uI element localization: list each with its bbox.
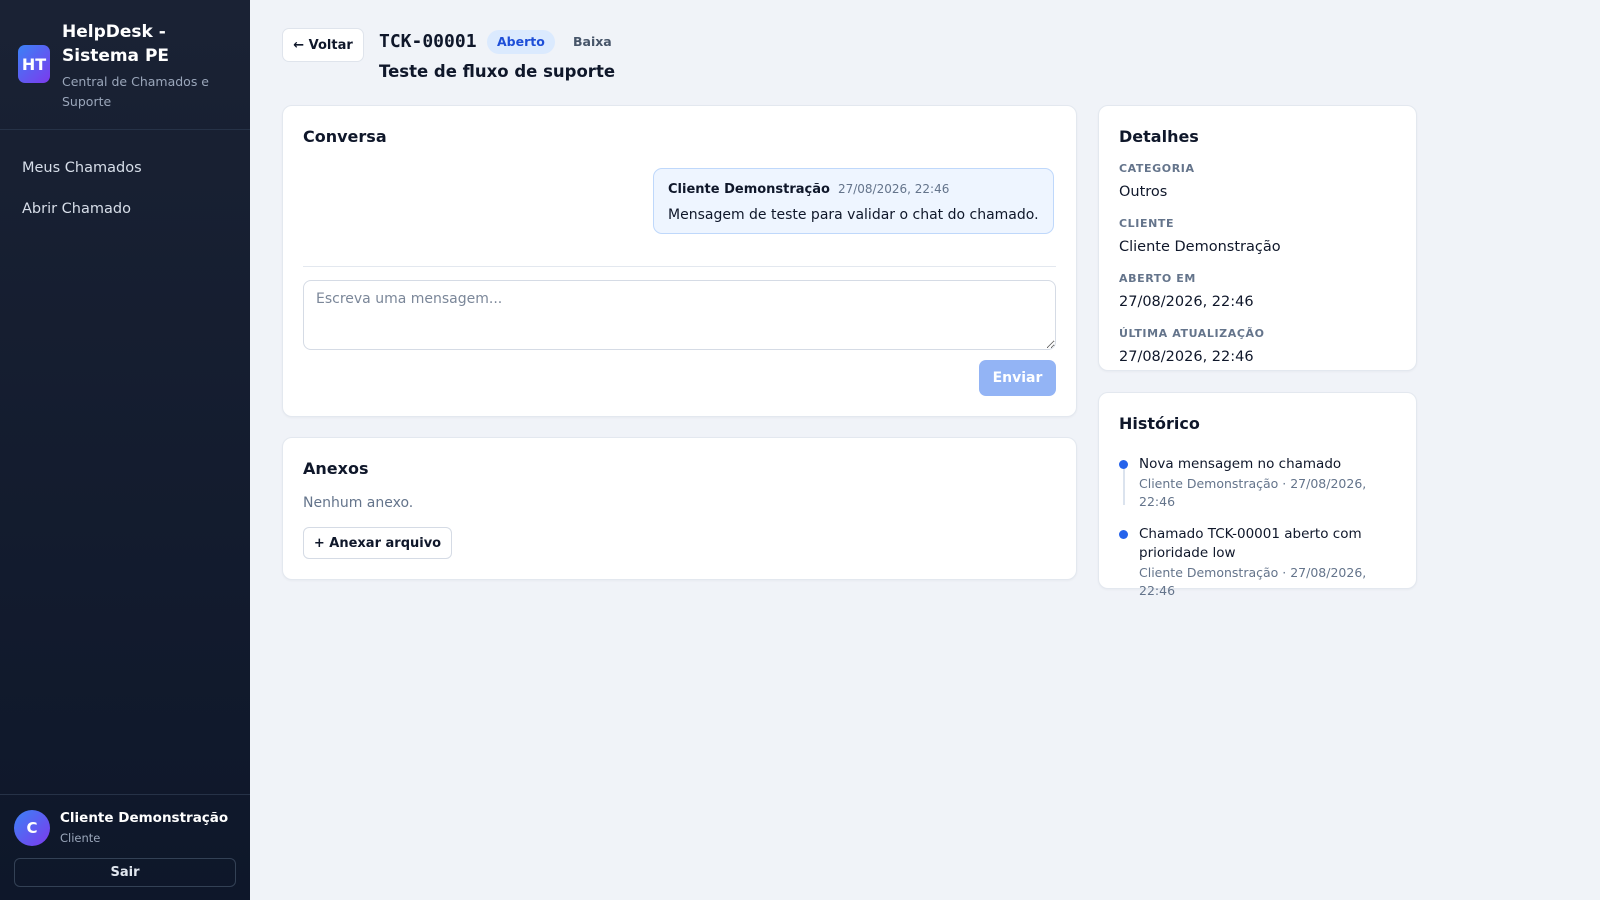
ticket-id: TCK-00001 bbox=[379, 31, 477, 52]
conversation-title: Conversa bbox=[303, 127, 387, 146]
timeline-dot-icon bbox=[1119, 460, 1128, 469]
detail-updated-at: ÚLTIMA ATUALIZAÇÃO 27/08/2026, 22:46 bbox=[1119, 327, 1396, 367]
avatar: C bbox=[14, 809, 50, 846]
history-event-meta: Cliente Demonstração · 27/08/2026, 22:46 bbox=[1139, 476, 1367, 509]
status-badge: Aberto bbox=[487, 30, 555, 54]
message-body: Mensagem de teste para validar o chat do… bbox=[668, 207, 1039, 223]
attachments-card: Anexos Nenhum anexo. + Anexar arquivo bbox=[282, 437, 1077, 580]
detail-category: CATEGORIA Outros bbox=[1119, 162, 1396, 202]
history-event: Nova mensagem no chamado Cliente Demonst… bbox=[1119, 455, 1396, 511]
detail-label: ABERTO EM bbox=[1119, 272, 1196, 285]
detail-client: CLIENTE Cliente Demonstração bbox=[1119, 217, 1396, 257]
priority-badge: Baixa bbox=[563, 30, 622, 54]
sidebar-nav: Meus Chamados Abrir Chamado bbox=[0, 130, 250, 229]
send-button[interactable]: Enviar bbox=[979, 360, 1056, 396]
sidebar-item-abrir-chamado[interactable]: Abrir Chamado bbox=[0, 189, 250, 229]
detail-label: CLIENTE bbox=[1119, 217, 1175, 230]
detail-opened-at: ABERTO EM 27/08/2026, 22:46 bbox=[1119, 272, 1396, 312]
back-button[interactable]: ← Voltar bbox=[282, 28, 364, 62]
sidebar: HT HelpDesk - Sistema PE Central de Cham… bbox=[0, 0, 250, 900]
attach-file-button[interactable]: + Anexar arquivo bbox=[303, 527, 452, 559]
history-event-text: Nova mensagem no chamado bbox=[1139, 456, 1342, 472]
history-event-meta: Cliente Demonstração · 27/08/2026, 22:46 bbox=[1139, 565, 1367, 598]
history-card: Histórico Nova mensagem no chamado Clien… bbox=[1098, 392, 1417, 598]
attachments-empty-text: Nenhum anexo. bbox=[303, 495, 414, 511]
message-author: Cliente Demonstração bbox=[668, 182, 830, 197]
app-title: HelpDesk - Sistema PE bbox=[62, 22, 170, 66]
history-timeline: Nova mensagem no chamado Cliente Demonst… bbox=[1119, 455, 1396, 600]
history-title: Histórico bbox=[1119, 414, 1200, 433]
logout-button[interactable]: Sair bbox=[14, 858, 236, 887]
user-panel: C Cliente Demonstração Cliente Sair bbox=[0, 794, 250, 900]
attachments-title: Anexos bbox=[303, 459, 369, 478]
page-title: Teste de fluxo de suporte bbox=[379, 62, 616, 81]
detail-value: 27/08/2026, 22:46 bbox=[1119, 349, 1254, 365]
detail-value: Cliente Demonstração bbox=[1119, 239, 1281, 255]
details-card: Detalhes CATEGORIA Outros CLIENTE Client… bbox=[1098, 105, 1417, 371]
brand: HT HelpDesk - Sistema PE Central de Cham… bbox=[0, 0, 250, 130]
history-event-text: Chamado TCK-00001 aberto com prioridade … bbox=[1139, 526, 1362, 561]
chat-message: Cliente Demonstração 27/08/2026, 22:46 M… bbox=[653, 168, 1054, 234]
conversation-card: Conversa Cliente Demonstração 27/08/2026… bbox=[282, 105, 1077, 417]
details-title: Detalhes bbox=[1119, 127, 1199, 146]
divider bbox=[303, 266, 1056, 267]
message-timestamp: 27/08/2026, 22:46 bbox=[837, 182, 950, 196]
detail-label: CATEGORIA bbox=[1119, 162, 1195, 175]
sidebar-item-meus-chamados[interactable]: Meus Chamados bbox=[0, 148, 250, 188]
detail-label: ÚLTIMA ATUALIZAÇÃO bbox=[1119, 327, 1265, 340]
message-input[interactable] bbox=[303, 280, 1056, 350]
detail-value: 27/08/2026, 22:46 bbox=[1119, 294, 1254, 310]
history-event: Chamado TCK-00001 aberto com prioridade … bbox=[1119, 525, 1396, 600]
detail-value: Outros bbox=[1119, 184, 1168, 200]
brand-logo: HT bbox=[18, 45, 50, 83]
user-role: Cliente bbox=[60, 831, 101, 845]
timeline-dot-icon bbox=[1119, 530, 1128, 539]
app-subtitle: Central de Chamados e Suporte bbox=[62, 74, 209, 109]
user-name: Cliente Demonstração bbox=[60, 810, 229, 826]
